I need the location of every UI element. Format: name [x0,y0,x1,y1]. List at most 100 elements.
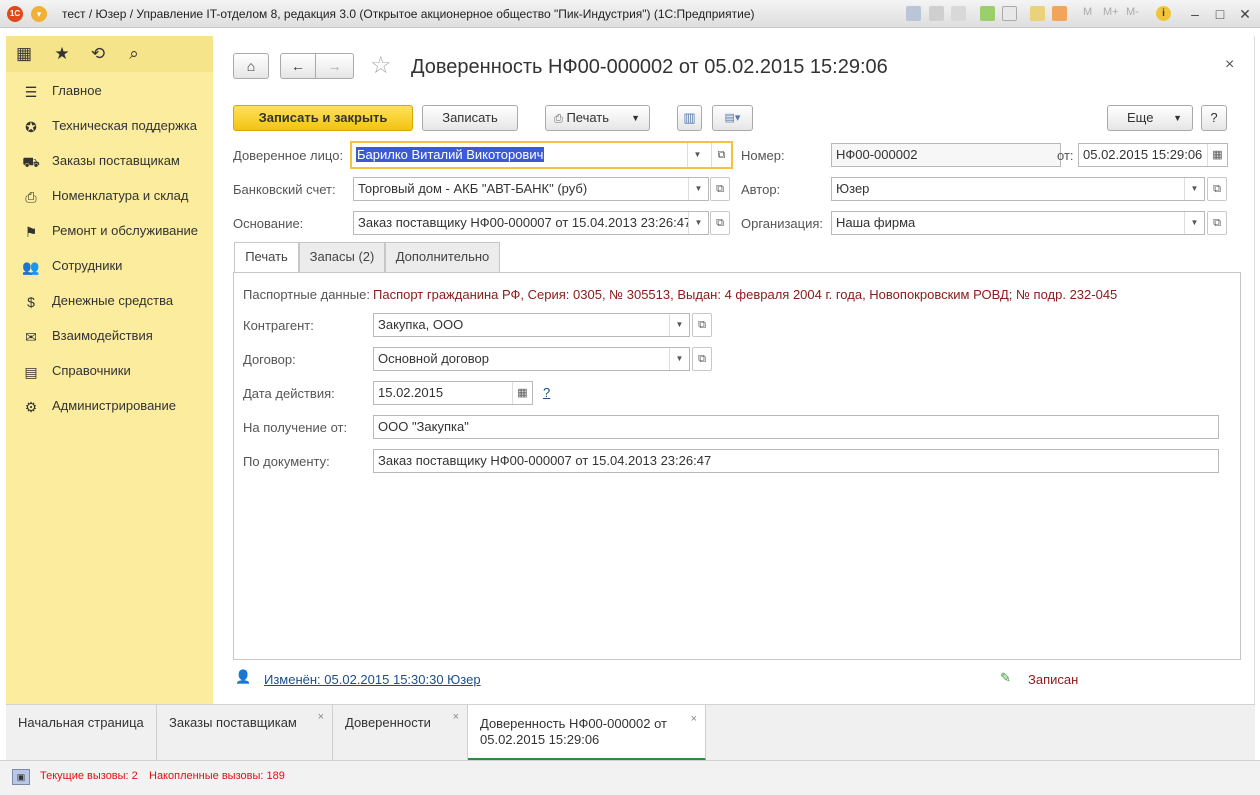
calculator-icon[interactable] [1030,6,1045,21]
memory-mminus-icon[interactable]: M- [1126,6,1139,18]
basis-field[interactable]: Заказ поставщику НФ00-000007 от 15.04.20… [353,211,709,235]
sidebar-item-main[interactable]: ☰ Главное [6,74,213,109]
print-icon[interactable] [929,6,944,21]
print-menu-button[interactable]: ⎙ Печать ▼ [545,105,650,131]
create-based-button[interactable]: ▤▾ [712,105,753,131]
close-window-button[interactable]: ✕ [1235,4,1255,24]
contract-label: Договор: [243,352,296,367]
organization-field[interactable]: Наша фирма ▼ [831,211,1205,235]
chevron-down-icon: ▼ [1173,113,1182,123]
close-tab-icon[interactable]: × [453,711,459,723]
favorite-star-icon[interactable]: ☆ [370,53,392,79]
author-field[interactable]: Юзер ▼ [831,177,1205,201]
trustee-field[interactable]: Барилко Виталий Викоторович ▼ ⧉ [350,141,733,169]
sidebar-item-staff[interactable]: 👥 Сотрудники [6,249,213,284]
changed-link[interactable]: Изменён: 05.02.2015 15:30:30 Юзер [264,672,481,687]
tab-stocks[interactable]: Запасы (2) [299,242,385,272]
by-document-field[interactable]: Заказ поставщику НФ00-000007 от 15.04.20… [373,449,1219,473]
chevron-down-icon[interactable]: ▼ [1184,178,1204,200]
apps-grid-icon[interactable]: ▦ [12,42,36,66]
sidebar-item-label: Номенклатура и склад [52,188,189,203]
tab-additional[interactable]: Дополнительно [385,242,500,272]
contract-field[interactable]: Основной договор ▼ [373,347,690,371]
home-button[interactable]: ⌂ [233,53,269,79]
forward-button[interactable]: → [315,53,354,79]
sidebar-item-interactions[interactable]: ✉ Взаимодействия [6,319,213,354]
save-icon[interactable] [906,6,921,21]
main-menu-button[interactable]: ▾ [31,6,47,22]
memory-m-icon[interactable]: M [1083,6,1092,18]
sidebar-item-label: Заказы поставщикам [52,153,180,168]
save-button[interactable]: Записать [422,105,518,131]
close-form-icon[interactable]: × [1225,56,1234,74]
sidebar-item-label: Денежные средства [52,293,174,308]
structure-button[interactable]: ▥ [677,105,702,131]
valid-date-field[interactable]: 15.02.2015 ▦ [373,381,533,405]
author-open-button[interactable]: ⧉ [1207,177,1227,201]
info-icon[interactable]: i [1156,6,1171,21]
window-tab-current[interactable]: Доверенность НФ00-000002 от 05.02.2015 1… [468,705,706,761]
history-icon[interactable]: ⟲ [86,42,110,66]
number-field[interactable]: НФ00-000002 [831,143,1061,167]
saved-status: Записан [1028,672,1079,687]
contractor-label: Контрагент: [243,318,314,333]
save-and-close-button[interactable]: Записать и закрыть [233,105,413,131]
contract-open-button[interactable]: ⧉ [692,347,712,371]
maximize-button[interactable]: □ [1210,4,1230,24]
help-button[interactable]: ? [1201,105,1227,131]
sidebar-item-stock[interactable]: ⎙ Номенклатура и склад [6,179,213,214]
window-tab-home[interactable]: Начальная страница [6,705,157,761]
chevron-down-icon[interactable]: ▼ [669,314,689,336]
printer-icon: ⎙ [554,113,563,125]
sidebar-item-admin[interactable]: ⚙ Администрирование [6,389,213,424]
search-icon[interactable]: ⌕ [122,42,146,66]
chevron-down-icon[interactable]: ▼ [1184,212,1204,234]
memory-mplus-icon[interactable]: M+ [1103,6,1119,18]
sidebar-item-repair[interactable]: ⚑ Ремонт и обслуживание [6,214,213,249]
sidebar-item-references[interactable]: ▤ Справочники [6,354,213,389]
favorites-add-icon[interactable] [980,6,995,21]
window-tab-proxies[interactable]: Доверенности × [333,705,468,761]
close-tab-icon[interactable]: × [318,711,324,723]
open-windows-bar: Начальная страница Заказы поставщикам × … [6,704,1255,761]
favorites-star-icon[interactable]: ★ [50,42,74,66]
more-button[interactable]: Еще ▼ [1107,105,1193,131]
receive-from-label: На получение от: [243,420,348,435]
organization-open-button[interactable]: ⧉ [1207,211,1227,235]
open-icon[interactable]: ⧉ [711,143,731,167]
envelope-icon: ✉ [25,329,37,345]
contractor-open-button[interactable]: ⧉ [692,313,712,337]
sections-panel: ▦ ★ ⟲ ⌕ ☰ Главное ✪ Техническая поддержк… [6,36,213,704]
calendar-icon[interactable] [1052,6,1067,21]
chevron-down-icon[interactable]: ▼ [688,178,708,200]
basis-label: Основание: [233,216,304,231]
preview-icon[interactable] [951,6,966,21]
calendar-icon[interactable]: ▦ [1207,144,1227,166]
receive-from-field[interactable]: ООО "Закупка" [373,415,1219,439]
calendar-icon[interactable]: ▦ [512,382,532,404]
bank-open-button[interactable]: ⧉ [710,177,730,201]
chevron-down-icon[interactable]: ▼ [688,212,708,234]
document-link-icon[interactable] [1002,6,1017,21]
date-field[interactable]: 05.02.2015 15:29:06 ▦ [1078,143,1228,167]
window-tab-orders[interactable]: Заказы поставщикам × [157,705,333,761]
bank-account-field[interactable]: Торговый дом - АКБ "АВТ-БАНК" (руб) ▼ [353,177,709,201]
chevron-down-icon: ▼ [631,113,640,123]
contractor-field[interactable]: Закупка, ООО ▼ [373,313,690,337]
sidebar-item-support[interactable]: ✪ Техническая поддержка [6,109,213,144]
performance-icon[interactable]: ▣ [12,769,30,785]
tab-print[interactable]: Печать [234,242,299,273]
back-button[interactable]: ← [280,53,316,79]
money-bag-icon: $ [27,294,35,310]
sidebar-item-orders[interactable]: ⛟ Заказы поставщикам [6,144,213,179]
people-icon: 👥 [22,259,40,275]
window-tab-label: Доверенность НФ00-000002 от 05.02.2015 1… [480,716,668,747]
chevron-down-icon[interactable]: ▼ [669,348,689,370]
sidebar-item-money[interactable]: $ Денежные средства [6,284,213,319]
close-tab-icon[interactable]: × [691,711,697,727]
minimize-button[interactable]: – [1185,4,1205,24]
valid-date-help-link[interactable]: ? [543,385,550,400]
chevron-down-icon[interactable]: ▼ [687,143,707,167]
basis-open-button[interactable]: ⧉ [710,211,730,235]
sidebar-toolbar: ▦ ★ ⟲ ⌕ [6,36,213,72]
